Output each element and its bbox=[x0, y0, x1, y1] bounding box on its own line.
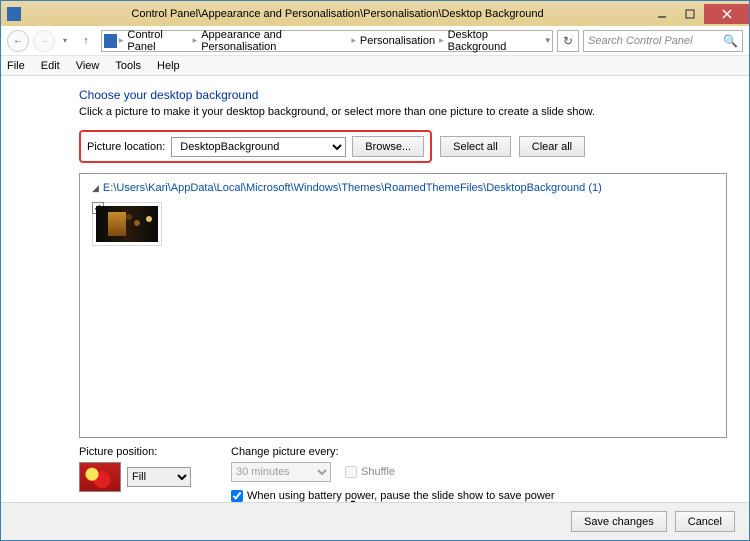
folder-path-text: E:\Users\Kari\AppData\Local\Microsoft\Wi… bbox=[103, 182, 602, 194]
maximize-button[interactable] bbox=[676, 4, 704, 24]
battery-label: When using battery power, pause the slid… bbox=[247, 490, 555, 502]
search-icon: 🔍 bbox=[723, 34, 738, 48]
wallpaper-thumbnail[interactable]: ✓ bbox=[92, 202, 162, 246]
footer: Save changes Cancel bbox=[1, 502, 749, 540]
select-all-button[interactable]: Select all bbox=[440, 136, 511, 157]
search-placeholder: Search Control Panel bbox=[588, 35, 693, 47]
refresh-button[interactable]: ↻ bbox=[557, 30, 579, 52]
cancel-button[interactable]: Cancel bbox=[675, 511, 735, 532]
search-input[interactable]: Search Control Panel 🔍 bbox=[583, 30, 743, 52]
picture-panel: ◢ E:\Users\Kari\AppData\Local\Microsoft\… bbox=[79, 173, 727, 438]
shuffle-checkbox-input bbox=[345, 466, 357, 478]
window-title: Control Panel\Appearance and Personalisa… bbox=[27, 8, 648, 20]
breadcrumb-item[interactable]: Appearance and Personalisation bbox=[197, 29, 351, 53]
history-dropdown[interactable]: ▾ bbox=[59, 35, 71, 47]
thumbnail-preview bbox=[96, 206, 158, 242]
picture-location-select[interactable]: DesktopBackground bbox=[171, 137, 346, 157]
shuffle-checkbox: Shuffle bbox=[345, 466, 395, 478]
page-heading: Choose your desktop background bbox=[79, 88, 727, 102]
back-button[interactable]: ← bbox=[7, 30, 29, 52]
menu-tools[interactable]: Tools bbox=[115, 60, 141, 72]
menu-help[interactable]: Help bbox=[157, 60, 180, 72]
shuffle-label: Shuffle bbox=[361, 466, 395, 478]
close-button[interactable] bbox=[704, 4, 749, 24]
minimize-button[interactable] bbox=[648, 4, 676, 24]
picture-location-label: Picture location: bbox=[87, 141, 165, 153]
breadcrumb-item[interactable]: Control Panel bbox=[123, 29, 192, 53]
breadcrumb-item[interactable]: Personalisation bbox=[356, 35, 439, 47]
nav-toolbar: ← → ▾ ↑ ▸ Control Panel ▸ Appearance and… bbox=[1, 26, 749, 56]
location-icon bbox=[104, 34, 117, 48]
address-dropdown-icon[interactable]: ▾ bbox=[545, 35, 550, 46]
position-preview bbox=[79, 462, 121, 492]
forward-button[interactable]: → bbox=[33, 30, 55, 52]
menu-view[interactable]: View bbox=[76, 60, 100, 72]
menu-edit[interactable]: Edit bbox=[41, 60, 60, 72]
change-interval-label: Change picture every: bbox=[231, 446, 555, 458]
picture-position-select[interactable]: Fill bbox=[127, 467, 191, 487]
save-changes-button[interactable]: Save changes bbox=[571, 511, 667, 532]
menu-file[interactable]: File bbox=[7, 60, 25, 72]
app-icon bbox=[7, 7, 21, 21]
page-subtext: Click a picture to make it your desktop … bbox=[79, 106, 727, 118]
picture-position-label: Picture position: bbox=[79, 446, 191, 458]
up-button[interactable]: ↑ bbox=[75, 30, 97, 52]
address-bar[interactable]: ▸ Control Panel ▸ Appearance and Persona… bbox=[101, 30, 553, 52]
battery-checkbox-input[interactable] bbox=[231, 490, 243, 502]
menubar: File Edit View Tools Help bbox=[1, 56, 749, 76]
change-interval-select: 30 minutes bbox=[231, 462, 331, 482]
picture-location-group: Picture location: DesktopBackground Brow… bbox=[79, 130, 432, 163]
folder-path-row[interactable]: ◢ E:\Users\Kari\AppData\Local\Microsoft\… bbox=[92, 182, 714, 194]
breadcrumb-item[interactable]: Desktop Background bbox=[444, 29, 546, 53]
battery-checkbox[interactable]: When using battery power, pause the slid… bbox=[231, 490, 555, 502]
browse-button[interactable]: Browse... bbox=[352, 136, 424, 157]
titlebar: Control Panel\Appearance and Personalisa… bbox=[1, 1, 749, 26]
clear-all-button[interactable]: Clear all bbox=[519, 136, 585, 157]
collapse-icon[interactable]: ◢ bbox=[92, 183, 99, 194]
